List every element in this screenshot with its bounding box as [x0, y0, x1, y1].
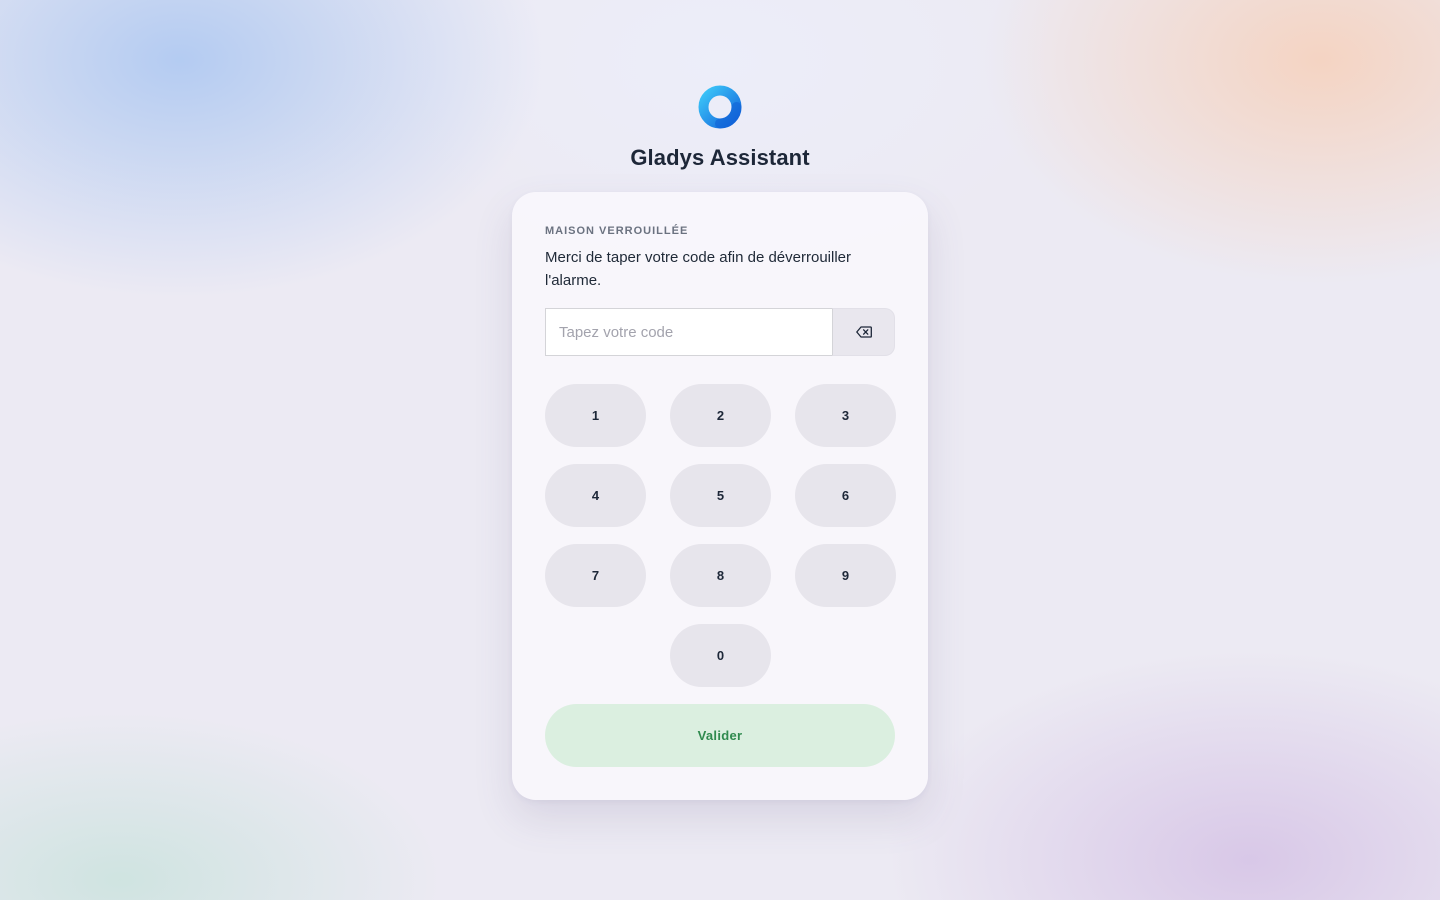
lock-card: MAISON VERROUILLÉE Merci de taper votre … [512, 192, 928, 800]
key-6[interactable]: 6 [795, 464, 896, 527]
submit-button[interactable]: Valider [545, 704, 895, 767]
key-7[interactable]: 7 [545, 544, 646, 607]
app-title: Gladys Assistant [630, 145, 810, 170]
key-1[interactable]: 1 [545, 384, 646, 447]
key-2[interactable]: 2 [670, 384, 771, 447]
ring-logo-icon [698, 85, 742, 129]
key-5[interactable]: 5 [670, 464, 771, 527]
key-0[interactable]: 0 [670, 624, 771, 687]
brand-header: Gladys Assistant [0, 84, 1440, 171]
backspace-icon [855, 326, 872, 338]
key-4[interactable]: 4 [545, 464, 646, 527]
unlock-message: Merci de taper votre code afin de déverr… [545, 249, 851, 289]
key-9[interactable]: 9 [795, 544, 896, 607]
lock-status-label: MAISON VERROUILLÉE [545, 225, 689, 237]
key-8[interactable]: 8 [670, 544, 771, 607]
code-input[interactable] [545, 308, 832, 356]
keypad: 1 2 3 4 5 6 7 8 9 0 [545, 384, 896, 687]
backspace-button[interactable] [832, 308, 895, 356]
code-entry-row [545, 308, 895, 356]
key-3[interactable]: 3 [795, 384, 896, 447]
